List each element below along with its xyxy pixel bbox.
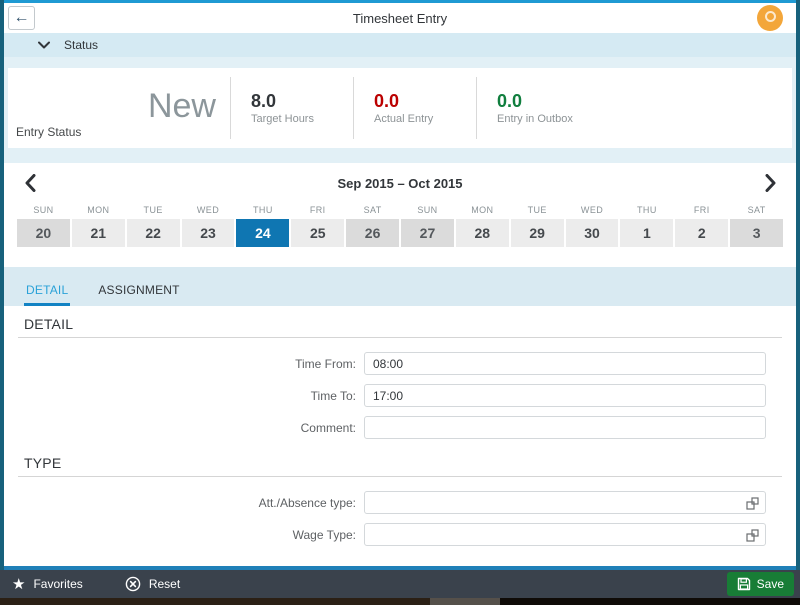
chevron-down-icon: [38, 41, 50, 49]
comment-row: Comment:: [18, 416, 782, 439]
reset-button[interactable]: Reset: [125, 576, 180, 592]
status-bar-label: Status: [64, 38, 98, 52]
reset-label: Reset: [149, 577, 180, 591]
metric-actual-entry: 0.0 Actual Entry: [353, 77, 476, 139]
status-section: Status New Entry Status 8.0 Target Hours…: [4, 33, 796, 163]
time-to-label: Time To:: [18, 389, 364, 403]
timesheet-entry-app: ← Timesheet Entry Status New Entry Statu…: [0, 0, 800, 605]
tab-bar: DETAIL ASSIGNMENT: [4, 267, 796, 306]
star-icon: ★: [12, 577, 25, 592]
day-cell[interactable]: 27: [401, 219, 454, 247]
comment-label: Comment:: [18, 421, 364, 435]
user-icon: [765, 11, 776, 22]
metric-entry-in-outbox: 0.0 Entry in Outbox: [476, 77, 599, 139]
wage-type-value-help-button[interactable]: [744, 527, 760, 543]
actual-entry-label: Actual Entry: [374, 113, 476, 125]
value-help-icon: [746, 529, 759, 542]
day-cell[interactable]: 3: [730, 219, 783, 247]
day-name-row: SUN MON TUE WED THU FRI SAT SUN MON TUE …: [17, 205, 783, 215]
calendar-week-strip: Sep 2015 – Oct 2015 SUN MON TUE WED THU …: [4, 163, 796, 267]
day-cell[interactable]: 30: [566, 219, 619, 247]
entry-in-outbox-label: Entry in Outbox: [497, 113, 599, 125]
time-from-row: Time From:: [18, 352, 782, 375]
window-border-right: [796, 0, 800, 598]
day-name: FRI: [291, 205, 344, 215]
save-label: Save: [757, 577, 784, 591]
time-from-label: Time From:: [18, 357, 364, 371]
day-cell[interactable]: 2: [675, 219, 728, 247]
day-name: THU: [236, 205, 289, 215]
day-name: THU: [620, 205, 673, 215]
detail-section-heading: DETAIL: [18, 316, 782, 338]
circle-x-icon: [125, 576, 141, 592]
day-name: TUE: [511, 205, 564, 215]
favorites-button[interactable]: ★ Favorites: [12, 577, 83, 592]
day-cell-row: 20 21 22 23 24 25 26 27 28 29 30 1 2 3: [17, 219, 783, 247]
day-name: SAT: [346, 205, 399, 215]
entry-status-label: Entry Status: [16, 125, 81, 139]
value-help-icon: [746, 497, 759, 510]
day-name: WED: [182, 205, 235, 215]
att-absence-value-help-button[interactable]: [744, 495, 760, 511]
entry-status-block: New Entry Status: [8, 68, 230, 148]
chevron-left-icon: [25, 174, 36, 192]
tab-assignment[interactable]: ASSIGNMENT: [96, 283, 181, 306]
day-cell[interactable]: 23: [182, 219, 235, 247]
day-cell[interactable]: 25: [291, 219, 344, 247]
desktop-strip-segment: [0, 598, 430, 605]
att-absence-type-input[interactable]: [364, 491, 766, 514]
next-period-button[interactable]: [758, 171, 782, 195]
day-name: SUN: [401, 205, 454, 215]
att-absence-type-label: Att./Absence type:: [18, 496, 364, 510]
status-card: New Entry Status 8.0 Target Hours 0.0 Ac…: [8, 68, 792, 148]
target-hours-label: Target Hours: [251, 113, 353, 125]
time-to-row: Time To:: [18, 384, 782, 407]
day-cell-selected[interactable]: 24: [236, 219, 289, 247]
desktop-strip-segment: [500, 598, 800, 605]
chevron-right-icon: [765, 174, 776, 192]
form-content: DETAIL Time From: Time To: Comment: TYPE…: [4, 306, 796, 566]
day-cell[interactable]: 29: [511, 219, 564, 247]
day-name: MON: [456, 205, 509, 215]
time-to-input[interactable]: [364, 384, 766, 407]
previous-period-button[interactable]: [18, 171, 42, 195]
favorites-label: Favorites: [33, 577, 82, 591]
day-name: SAT: [730, 205, 783, 215]
wage-type-label: Wage Type:: [18, 528, 364, 542]
type-section-heading: TYPE: [18, 455, 782, 477]
footer-toolbar: ★ Favorites Reset Save: [0, 570, 800, 598]
wage-type-input[interactable]: [364, 523, 766, 546]
floppy-disk-icon: [737, 577, 751, 591]
day-cell[interactable]: 20: [17, 219, 70, 247]
day-name: FRI: [675, 205, 728, 215]
entry-status-value: New: [148, 87, 216, 126]
desktop-background-strip: [0, 598, 800, 605]
metric-target-hours: 8.0 Target Hours: [230, 77, 353, 139]
day-cell[interactable]: 22: [127, 219, 180, 247]
tab-detail[interactable]: DETAIL: [24, 283, 70, 306]
user-avatar[interactable]: [757, 5, 783, 31]
day-name: SUN: [17, 205, 70, 215]
comment-input[interactable]: [364, 416, 766, 439]
actual-entry-value: 0.0: [374, 91, 476, 111]
calendar-period-title: Sep 2015 – Oct 2015: [4, 173, 796, 191]
day-cell[interactable]: 28: [456, 219, 509, 247]
calendar-header: Sep 2015 – Oct 2015: [4, 163, 796, 193]
page-title: Timesheet Entry: [4, 11, 796, 26]
day-name: MON: [72, 205, 125, 215]
day-cell[interactable]: 1: [620, 219, 673, 247]
att-absence-type-row: Att./Absence type:: [18, 491, 782, 514]
time-from-input[interactable]: [364, 352, 766, 375]
entry-in-outbox-value: 0.0: [497, 91, 599, 111]
day-name: WED: [566, 205, 619, 215]
day-cell[interactable]: 26: [346, 219, 399, 247]
status-collapse-header[interactable]: Status: [4, 33, 796, 57]
wage-type-row: Wage Type:: [18, 523, 782, 546]
day-cell[interactable]: 21: [72, 219, 125, 247]
app-header: ← Timesheet Entry: [4, 3, 796, 33]
desktop-strip-segment: [430, 598, 500, 605]
day-name: TUE: [127, 205, 180, 215]
target-hours-value: 8.0: [251, 91, 353, 111]
save-button[interactable]: Save: [727, 572, 794, 596]
